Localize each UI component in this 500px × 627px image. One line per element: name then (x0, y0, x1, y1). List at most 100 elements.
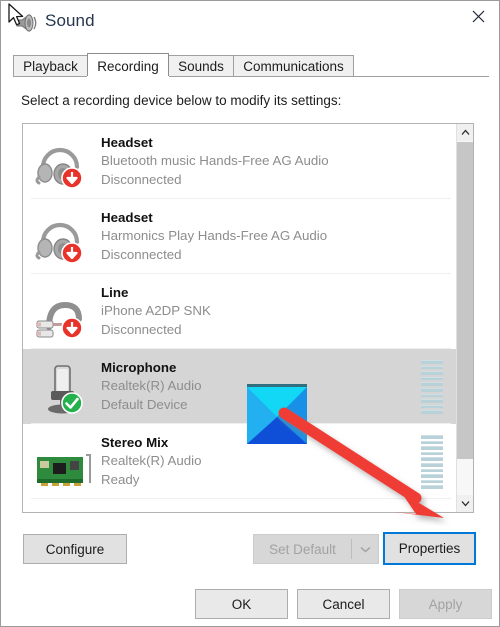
device-list-viewport: Headset Bluetooth music Hands-Free AG Aud… (23, 124, 457, 512)
properties-button-label: Properties (398, 541, 461, 556)
device-icon-wrapper (33, 433, 93, 491)
volume-meter-segment (421, 446, 443, 450)
device-icon-wrapper (33, 283, 93, 341)
scroll-down-button[interactable] (457, 495, 473, 512)
device-status: Ready (101, 471, 140, 487)
cancel-button-label: Cancel (322, 596, 365, 612)
scroll-up-button[interactable] (457, 124, 473, 141)
tab-sounds-label: Sounds (178, 59, 224, 74)
device-icon-wrapper (33, 133, 93, 191)
volume-meter-segment (421, 399, 443, 403)
cancel-button[interactable]: Cancel (297, 589, 390, 619)
volume-meter-segment (421, 462, 443, 467)
ok-button-label: OK (231, 596, 252, 612)
volume-meter-segment (421, 474, 443, 478)
device-list-item[interactable]: Headset Harmonics Play Hands-Free AG Audi… (23, 199, 457, 274)
device-name: Headset (101, 134, 153, 150)
device-text-block: Headset Harmonics Play Hands-Free AG Audi… (101, 209, 327, 264)
device-text-block: Microphone Realtek(R) Audio Default Device (101, 359, 202, 414)
volume-level-meter (421, 360, 443, 414)
headset-icon (33, 508, 93, 513)
sound-card-icon (37, 453, 91, 486)
device-subtitle: Realtek(R) Audio (101, 378, 202, 394)
tab-recording-label: Recording (97, 58, 159, 74)
set-default-dropdown-button[interactable] (352, 546, 378, 553)
broken-image-placeholder-icon (247, 384, 307, 444)
device-list-item[interactable]: Microphone Realtek(R) Audio Default Device (23, 349, 457, 424)
red-down-arrow-badge (61, 166, 83, 189)
configure-button-label: Configure (45, 541, 105, 557)
volume-meter-segment (421, 404, 443, 409)
volume-meter-segment (421, 468, 443, 473)
ok-button[interactable]: OK (195, 589, 288, 619)
device-icon-wrapper (33, 358, 93, 416)
device-status: Default Device (101, 396, 188, 412)
list-scrollbar[interactable] (456, 124, 473, 512)
volume-meter-segment (421, 451, 443, 456)
volume-meter-segment (421, 393, 443, 398)
volume-meter-segment (421, 410, 443, 414)
title-bar: Sound (1, 1, 499, 44)
tab-playback[interactable]: Playback (13, 55, 88, 77)
device-name: Stereo Mix (101, 434, 169, 450)
tab-active-gap (87, 76, 169, 78)
properties-button[interactable]: Properties (383, 532, 476, 565)
apply-button-label: Apply (428, 596, 463, 612)
set-default-button-label: Set Default (269, 541, 336, 557)
chevron-down-icon (461, 501, 469, 507)
device-list-item[interactable]: Stereo Mix Realtek(R) Audio Ready (23, 424, 457, 499)
device-list-item[interactable]: Headset Bluetooth music Hands-Free AG Aud… (23, 124, 457, 199)
volume-meter-segment (421, 479, 443, 484)
close-button[interactable] (455, 1, 499, 32)
speaker-icon (16, 14, 37, 32)
chevron-up-icon (461, 129, 469, 135)
device-subtitle: Harmonics Play Hands-Free AG Audio (101, 228, 328, 244)
volume-level-meter (421, 435, 443, 489)
device-list-item[interactable]: HeadsetVEXTRON NORDIC Hands-Free AG Audi… (23, 499, 457, 512)
device-list[interactable]: Headset Bluetooth music Hands-Free AG Aud… (22, 123, 474, 513)
volume-meter-segment (421, 360, 443, 364)
device-subtitle: Bluetooth music Hands-Free AG Audio (101, 153, 329, 169)
sound-dialog: Sound Playback Recording Sounds Communic… (0, 0, 500, 627)
tab-communications-label: Communications (243, 59, 344, 74)
chevron-down-icon (360, 546, 370, 553)
device-status: Disconnected (101, 321, 182, 337)
instruction-text: Select a recording device below to modif… (21, 93, 342, 108)
close-icon (472, 10, 484, 23)
volume-meter-segment (421, 440, 443, 445)
device-name: Headset (101, 209, 153, 225)
volume-meter-segment (421, 485, 443, 489)
tab-sounds[interactable]: Sounds (168, 55, 234, 77)
device-subtitle: iPhone A2DP SNK (101, 303, 211, 319)
volume-meter-segment (421, 376, 443, 381)
device-icon-wrapper (33, 208, 93, 266)
device-status: Disconnected (101, 171, 182, 187)
volume-meter-segment (421, 371, 443, 375)
green-check-badge (61, 391, 83, 414)
set-default-split-button[interactable]: Set Default (253, 534, 379, 564)
volume-meter-segment (421, 382, 443, 386)
volume-meter-segment (421, 435, 443, 439)
device-icon-wrapper (33, 508, 93, 513)
window-title: Sound (45, 11, 95, 30)
device-text-block: Stereo Mix Realtek(R) Audio Ready (101, 434, 202, 489)
tab-recording[interactable]: Recording (87, 53, 169, 78)
red-down-arrow-badge (61, 316, 83, 339)
device-list-item[interactable]: Line iPhone A2DP SNK Disconnected (23, 274, 457, 349)
tab-strip: Playback Recording Sounds Communications (13, 53, 489, 78)
configure-button[interactable]: Configure (23, 534, 127, 564)
device-name: Microphone (101, 359, 177, 375)
device-text-block: Line iPhone A2DP SNK Disconnected (101, 284, 211, 339)
device-subtitle: Realtek(R) Audio (101, 453, 202, 469)
device-name: Line (101, 284, 129, 300)
apply-button: Apply (399, 589, 492, 619)
volume-meter-segment (421, 457, 443, 461)
tab-communications[interactable]: Communications (233, 55, 354, 77)
device-status: Disconnected (101, 246, 182, 262)
scrollbar-thumb[interactable] (457, 142, 473, 459)
volume-meter-segment (421, 365, 443, 370)
tab-underline (13, 76, 489, 77)
volume-meter-segment (421, 387, 443, 392)
red-down-arrow-badge (61, 241, 83, 264)
tab-playback-label: Playback (23, 59, 78, 74)
